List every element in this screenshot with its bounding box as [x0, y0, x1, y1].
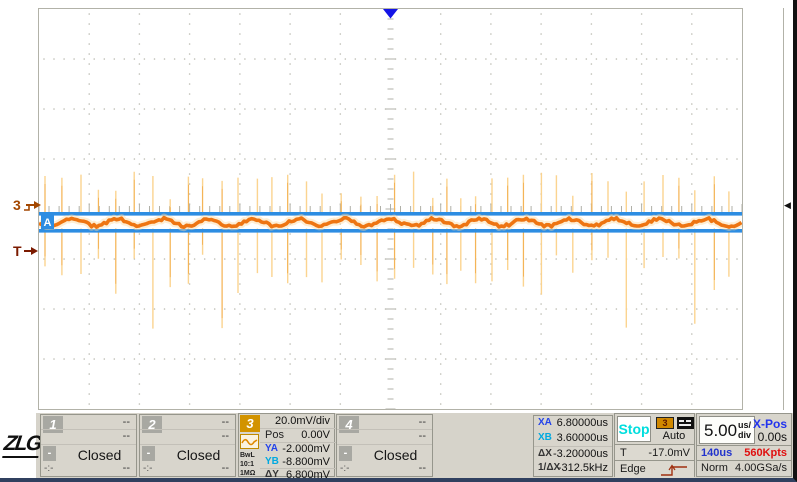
- cursor-ya-value: -2.000mV: [282, 443, 330, 455]
- channel3-wave-icon: [240, 434, 259, 449]
- channel1-scale-value: --: [123, 416, 130, 428]
- channel3-pos-label: Pos: [265, 429, 284, 441]
- cursor-dy-value: 6.800mV: [286, 469, 330, 481]
- channel3-input-settings: BwL 10:1 1MΩ: [240, 451, 255, 478]
- channel4-pos-value: --: [419, 430, 426, 442]
- trigger-level-marker[interactable]: T: [13, 243, 39, 259]
- ch3-marker-label: 3: [13, 197, 21, 213]
- ch3-level-arrow-icon: [22, 198, 42, 212]
- oscilloscope-window: A 3 T ◀ ZLG® 1 -- -- - Closed -:- --: [0, 0, 797, 482]
- cursor-xb-label: XB: [538, 432, 552, 443]
- timebase-scale-button[interactable]: 5.00 us/ div: [699, 416, 755, 444]
- channel1-collapse-button[interactable]: -: [43, 446, 56, 461]
- center-axis-ticks: [39, 9, 742, 409]
- channel4-probe: --: [419, 462, 426, 474]
- glitch-spikes-core: [45, 180, 714, 318]
- channel2-scale-value: --: [222, 416, 229, 428]
- channel3-number: 3: [240, 415, 260, 432]
- rising-edge-icon: [660, 464, 688, 477]
- channel4-number: 4: [339, 416, 359, 433]
- channel3-probe-ratio: 10:1: [240, 460, 255, 469]
- channel4-status: Closed: [359, 447, 432, 463]
- channel4-coupling: -:-: [340, 463, 349, 474]
- timebase-scale-unit: us/ div: [738, 420, 751, 440]
- timebase-unit-bottom: div: [738, 430, 751, 440]
- channel3-impedance: 1MΩ: [240, 469, 255, 478]
- cursor-invdx-value: -312.5kHz: [558, 462, 608, 474]
- trigger-panel: Stop 3 Auto T -17.0mV Edge: [614, 413, 695, 477]
- channel3-box[interactable]: 3 BwL 10:1 1MΩ 20.0mV/div Pos 0.00V YA -…: [238, 413, 335, 477]
- channel2-number: 2: [142, 416, 162, 433]
- cursor-readout-panel: XA 6.80000us XB 3.60000us ΔX -3.20000us …: [533, 415, 613, 477]
- cursor-ya-label: YA: [265, 443, 278, 454]
- trigger-source-button[interactable]: 3: [656, 417, 674, 429]
- scope-graticule: A: [39, 9, 742, 409]
- zlg-logo-text: ZLG: [2, 432, 42, 458]
- run-stop-button[interactable]: Stop: [617, 416, 651, 442]
- waveform-display[interactable]: A: [38, 8, 743, 410]
- channel2-status: Closed: [162, 447, 235, 463]
- trigger-level-label: T: [620, 447, 627, 459]
- trigger-type-label[interactable]: Edge: [620, 463, 646, 475]
- cursor-ya-line[interactable]: [39, 212, 742, 216]
- channel2-box[interactable]: 2 -- -- - Closed -:- --: [139, 414, 236, 477]
- channel3-pos-value: 0.00V: [301, 429, 330, 441]
- xpos-value: 0.00s: [758, 430, 787, 444]
- cursor-a-tag-label: A: [44, 217, 52, 229]
- cursor-dx-value: -3.20000us: [553, 448, 608, 460]
- channel2-collapse-button[interactable]: -: [142, 446, 155, 461]
- cursor-xa-value: 6.80000us: [557, 417, 608, 429]
- sample-rate: 4.00GSa/s: [735, 462, 787, 474]
- cursor-xa-label: XA: [538, 417, 552, 428]
- channel1-pos-value: --: [123, 430, 130, 442]
- channel4-collapse-button[interactable]: -: [339, 446, 352, 461]
- memory-points: 560Kpts: [744, 447, 787, 459]
- trigger-level-arrow-icon: [23, 245, 39, 257]
- memory-window: 140us: [701, 447, 732, 459]
- cursor-dx-label: ΔX: [538, 448, 552, 459]
- ch3-level-marker[interactable]: 3: [13, 197, 42, 213]
- cursor-invdx-label: 1/ΔX: [538, 462, 560, 473]
- channel3-bwl: BwL: [240, 451, 255, 460]
- trigger-sweep-mode[interactable]: Auto: [653, 430, 695, 442]
- timebase-unit-top: us/: [738, 420, 751, 430]
- channel3-scale: 20.0mV/div: [275, 415, 330, 427]
- display-mode-icon[interactable]: [677, 417, 694, 429]
- trigger-marker-label: T: [13, 243, 22, 259]
- cursor-dy-label: ΔY: [265, 469, 279, 480]
- cursor-xb-value: 3.60000us: [557, 432, 608, 444]
- right-level-handle-icon[interactable]: ◀: [784, 200, 791, 210]
- channel1-number: 1: [43, 416, 63, 433]
- channel4-box[interactable]: 4 -- -- - Closed -:- --: [336, 414, 433, 477]
- channel2-coupling: -:-: [143, 463, 152, 474]
- channel1-probe: --: [123, 462, 130, 474]
- channel1-coupling: -:-: [44, 463, 53, 474]
- channel1-box[interactable]: 1 -- -- - Closed -:- --: [40, 414, 137, 477]
- trigger-position-icon[interactable]: [383, 9, 398, 19]
- xpos-label: X-Pos: [753, 417, 787, 431]
- channel4-scale-value: --: [419, 416, 426, 428]
- channel2-pos-value: --: [222, 430, 229, 442]
- timebase-scale-value: 5.00: [704, 421, 737, 441]
- glitch-spikes: [45, 172, 729, 329]
- trigger-level-value: -17.0mV: [648, 447, 690, 459]
- timebase-panel: 5.00 us/ div X-Pos 0.00s 140us 560Kpts N…: [696, 413, 792, 477]
- channel1-status: Closed: [63, 447, 136, 463]
- channel2-probe: --: [222, 462, 229, 474]
- acquisition-mode[interactable]: Norm: [701, 462, 728, 474]
